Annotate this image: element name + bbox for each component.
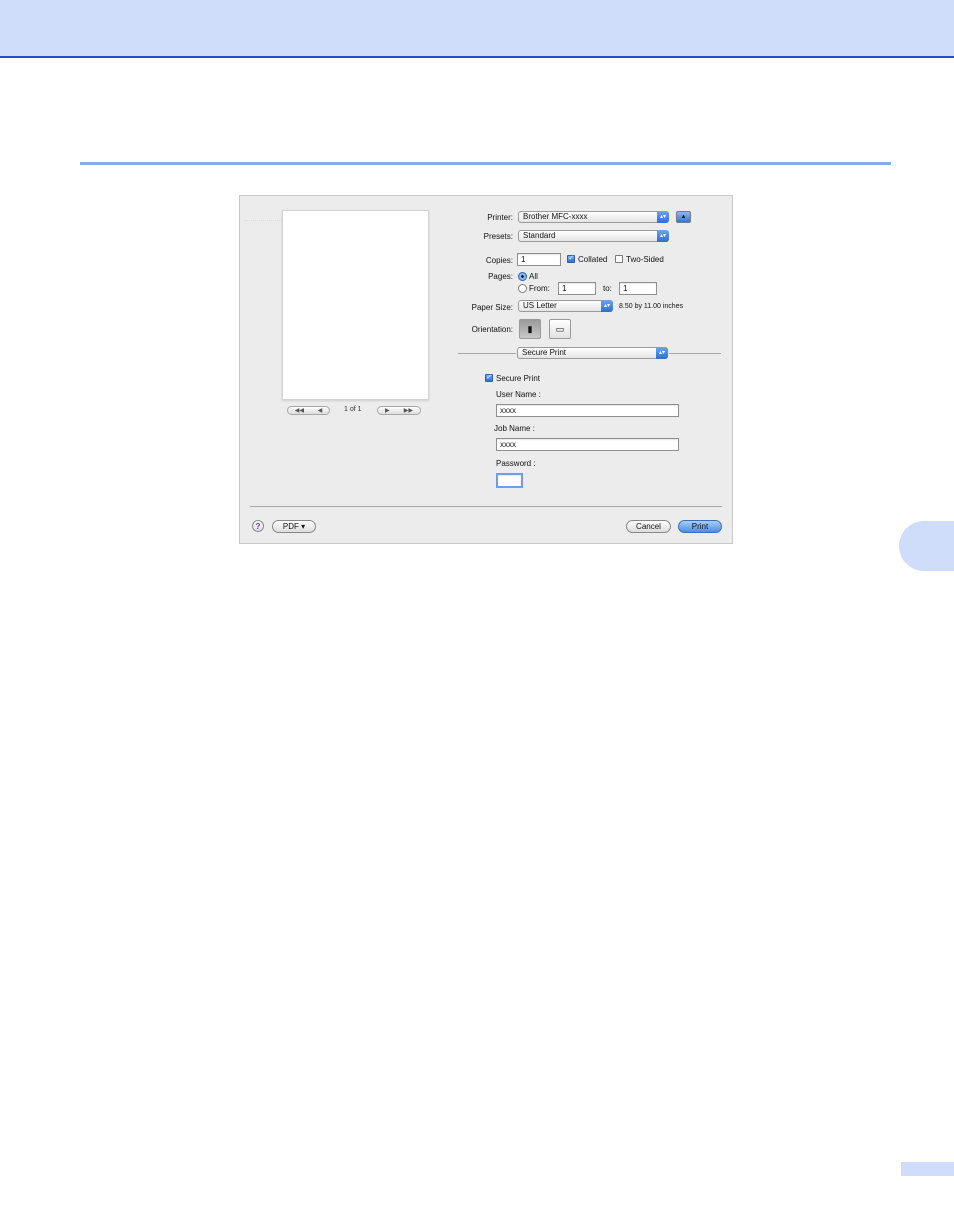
last-page-icon[interactable]: ▶▶ xyxy=(404,407,413,414)
password-field[interactable] xyxy=(496,473,523,488)
next-page-icon[interactable]: ▶ xyxy=(385,407,390,414)
preview-page-count: 1 of 1 xyxy=(344,406,362,413)
panel-select-value: Secure Print xyxy=(522,348,567,357)
pages-to-field[interactable]: 1 xyxy=(619,282,657,295)
print-dialog: ◀◀ ◀ 1 of 1 ▶ ▶▶ Printer: Brother MFC-xx… xyxy=(239,195,733,544)
paper-size-select[interactable]: US Letter ▴▾ xyxy=(518,300,613,312)
job-name-label: Job Name : xyxy=(494,424,535,433)
pages-from-label: From: xyxy=(529,284,550,293)
printer-label: Printer: xyxy=(487,213,513,222)
preview-forward-buttons[interactable]: ▶ ▶▶ xyxy=(377,406,421,415)
secure-print-label: Secure Print xyxy=(496,374,541,383)
help-icon[interactable]: ? xyxy=(252,520,264,532)
cancel-button[interactable]: Cancel xyxy=(626,520,671,533)
pages-label: Pages: xyxy=(488,272,513,281)
updown-arrows-icon: ▴▾ xyxy=(656,347,668,359)
two-sided-label: Two-Sided xyxy=(626,255,664,264)
panel-select[interactable]: Secure Print ▴▾ xyxy=(517,347,668,359)
copies-label: Copies: xyxy=(485,256,513,265)
panel-divider-right xyxy=(669,353,721,354)
orientation-label: Orientation: xyxy=(471,325,513,334)
presets-select[interactable]: Standard ▴▾ xyxy=(518,230,669,242)
two-sided-checkbox[interactable] xyxy=(615,255,623,263)
paper-dimensions: 8.50 by 11.00 inches xyxy=(619,303,684,310)
user-name-field[interactable]: xxxx xyxy=(496,404,679,417)
collated-label: Collated xyxy=(578,255,608,264)
panel-divider-left xyxy=(458,353,516,354)
previous-page-icon[interactable]: ◀ xyxy=(318,407,323,414)
password-label: Password : xyxy=(496,459,536,468)
updown-arrows-icon: ▴▾ xyxy=(601,300,613,312)
footer-divider xyxy=(250,506,722,507)
secure-print-checkbox[interactable]: ✓ xyxy=(485,374,493,382)
chapter-tab xyxy=(899,521,954,571)
job-name-field[interactable]: xxxx xyxy=(496,438,679,451)
paper-size-value: US Letter xyxy=(523,301,557,310)
disclosure-triangle-icon[interactable]: ▲ xyxy=(676,211,691,223)
printer-value: Brother MFC-xxxx xyxy=(523,212,588,221)
first-page-icon[interactable]: ◀◀ xyxy=(295,407,304,414)
preview-back-buttons[interactable]: ◀◀ ◀ xyxy=(287,406,330,415)
pages-all-label: All xyxy=(529,272,538,281)
collated-checkbox[interactable]: ✓ xyxy=(567,255,575,263)
copies-field[interactable]: 1 xyxy=(517,253,561,266)
section-rule xyxy=(80,162,891,165)
pages-to-label: to: xyxy=(603,284,612,293)
pages-from-field[interactable]: 1 xyxy=(558,282,596,295)
updown-arrows-icon: ▴▾ xyxy=(657,211,669,223)
presets-label: Presets: xyxy=(483,232,513,241)
pages-all-radio[interactable] xyxy=(518,272,527,281)
page-header-band xyxy=(0,0,954,58)
pdf-button[interactable]: PDF ▾ xyxy=(272,520,316,533)
updown-arrows-icon: ▴▾ xyxy=(657,230,669,242)
portrait-orientation-icon[interactable]: ▮ xyxy=(519,319,541,339)
landscape-orientation-icon[interactable]: ▭ xyxy=(549,319,571,339)
presets-value: Standard xyxy=(523,231,556,240)
print-preview-page xyxy=(282,210,429,400)
printer-select[interactable]: Brother MFC-xxxx ▴▾ xyxy=(518,211,669,223)
paper-size-label: Paper Size: xyxy=(471,303,513,312)
user-name-label: User Name : xyxy=(496,390,541,399)
print-button[interactable]: Print xyxy=(678,520,722,533)
page-number-tab xyxy=(901,1162,954,1176)
pages-from-radio[interactable] xyxy=(518,284,527,293)
